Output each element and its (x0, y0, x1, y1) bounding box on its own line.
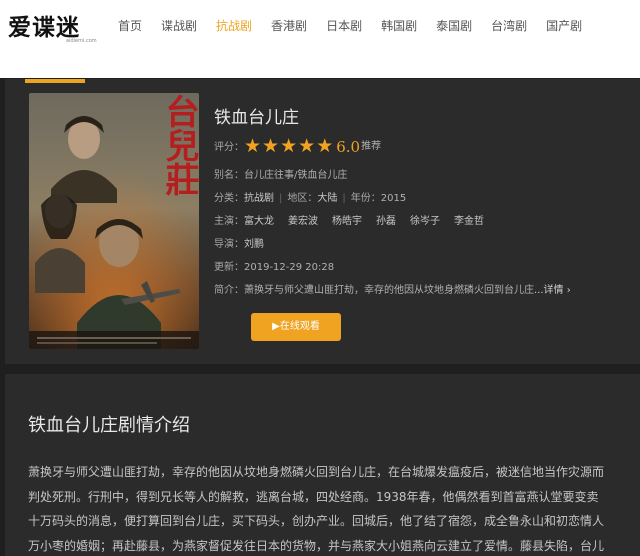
intro-line: 十万码头的消息，便打算回到台儿庄，买下码头，创办产业。回城后，他了结了宿怨，成全… (28, 514, 605, 528)
nav-item-taiwan-drama[interactable]: 台湾剧 (491, 17, 527, 37)
nav-item-spy-drama[interactable]: 谍战剧 (161, 17, 197, 37)
region-label: 地区： (287, 193, 318, 204)
detail-panel: 台兒莊 铁血台儿庄 评分： ★★★★★ 6.0推荐 别名：台儿庄往事/铁血台儿庄… (5, 79, 640, 364)
divider: | (342, 193, 346, 204)
nav-item-china-drama[interactable]: 国产剧 (546, 17, 582, 37)
nav-item-korea-drama[interactable]: 韩国剧 (381, 17, 417, 37)
cast-link[interactable]: 李金哲 (454, 216, 484, 227)
site-logo[interactable]: 爱谍迷 aidiemi.com (8, 8, 100, 44)
star-icon: ★ (280, 135, 298, 157)
watch-online-button[interactable]: ▶在线观看 (251, 313, 341, 341)
poster-artwork: 台兒莊 (29, 93, 199, 349)
main-nav: 首页 谍战剧 抗战剧 香港剧 日本剧 韩国剧 泰国剧 台湾剧 国产剧 (118, 17, 601, 37)
updated-value: 2019-12-29 20:28 (244, 262, 335, 273)
show-title: 铁血台儿庄 (214, 108, 299, 128)
director-link[interactable]: 刘鹏 (244, 239, 264, 250)
rating-stars: ★★★★★ (244, 137, 334, 157)
year-label: 年份： (350, 193, 381, 204)
summary-row: 简介：萧换牙与师父遭山匪打劫，幸存的他因从坟地身燃磷火回到台儿庄...详情 › (214, 284, 571, 298)
plot-intro-panel: 铁血台儿庄剧情介绍 萧换牙与师父遭山匪打劫，幸存的他因从坟地身燃磷火回到台儿庄，… (5, 374, 640, 556)
intro-line: 判处死刑。行刑中，得到兄长等人的解救，逃离台城，四处经商。1938年春，他偶然看… (28, 489, 599, 504)
rating-score: 6.0 (336, 138, 361, 156)
intro-line: 萧换牙与师父遭山匪打劫，幸存的他因从坟地身燃磷火回到台儿庄，在台城爆发瘟疫后，被… (28, 465, 605, 479)
alias-label: 别名： (214, 170, 244, 181)
nav-item-thai-drama[interactable]: 泰国剧 (436, 17, 472, 37)
director-label: 导演： (214, 239, 244, 250)
rating-row: 评分： ★★★★★ 6.0推荐 (214, 137, 381, 157)
cast-label: 主演： (214, 216, 244, 227)
summary-value: 萧换牙与师父遭山匪打劫，幸存的他因从坟地身燃磷火回到台儿庄 (244, 285, 534, 296)
summary-label: 简介： (214, 285, 244, 296)
cast-link[interactable]: 杨皓宇 (332, 216, 362, 227)
category-link[interactable]: 抗战剧 (244, 193, 274, 204)
nav-item-war-drama[interactable]: 抗战剧 (216, 17, 252, 37)
intro-title: 铁血台儿庄剧情介绍 (28, 415, 190, 436)
alias-value: 台儿庄往事/铁血台儿庄 (244, 170, 348, 181)
cast-link[interactable]: 姜宏波 (288, 216, 318, 227)
alias-row: 别名：台儿庄往事/铁血台儿庄 (214, 169, 347, 183)
intro-body: 萧换牙与师父遭山匪打劫，幸存的他因从坟地身燃磷火回到台儿庄，在台城爆发瘟疫后，被… (28, 460, 628, 556)
cast-link[interactable]: 徐岑子 (410, 216, 440, 227)
cast-link[interactable]: 富大龙 (244, 216, 274, 227)
star-icon: ★ (316, 135, 334, 157)
nav-item-japan-drama[interactable]: 日本剧 (326, 17, 362, 37)
intro-line: 万小枣的婚姻；再赴藤县，为燕家督促发往日本的货物，并与燕家大小姐燕向云建立了爱情… (28, 538, 605, 553)
nav-item-hk-drama[interactable]: 香港剧 (271, 17, 307, 37)
cast-link[interactable]: 孙磊 (376, 216, 396, 227)
logo-text: 爱谍迷 (8, 15, 80, 41)
updated-row: 更新：2019-12-29 20:28 (214, 261, 334, 275)
logo-subtext: aidiemi.com (66, 38, 97, 44)
meta-row: 分类：抗战剧 | 地区：大陆 | 年份：2015 (214, 192, 406, 206)
star-icon: ★ (262, 135, 280, 157)
poster-title: 台兒莊 (159, 94, 199, 197)
category-label: 分类： (214, 193, 244, 204)
updated-label: 更新： (214, 262, 244, 273)
divider: | (279, 193, 283, 204)
year-value: 2015 (380, 193, 407, 204)
rating-label: 评分： (214, 142, 244, 153)
panel-accent-tab (25, 79, 85, 83)
poster-image[interactable]: 台兒莊 (29, 93, 199, 349)
cast-row: 主演：富大龙 姜宏波 杨皓宇 孙磊 徐岑子 李金哲 (214, 215, 498, 229)
director-row: 导演：刘鹏 (214, 238, 278, 252)
region-link[interactable]: 大陆 (317, 193, 337, 204)
site-header: 爱谍迷 aidiemi.com 首页 谍战剧 抗战剧 香港剧 日本剧 韩国剧 泰… (0, 0, 640, 78)
nav-item-home[interactable]: 首页 (118, 17, 142, 37)
summary-more-link[interactable]: ...详情 › (534, 285, 571, 296)
star-icon: ★ (298, 135, 316, 157)
star-icon: ★ (244, 135, 262, 157)
rating-suffix: 推荐 (361, 141, 382, 152)
